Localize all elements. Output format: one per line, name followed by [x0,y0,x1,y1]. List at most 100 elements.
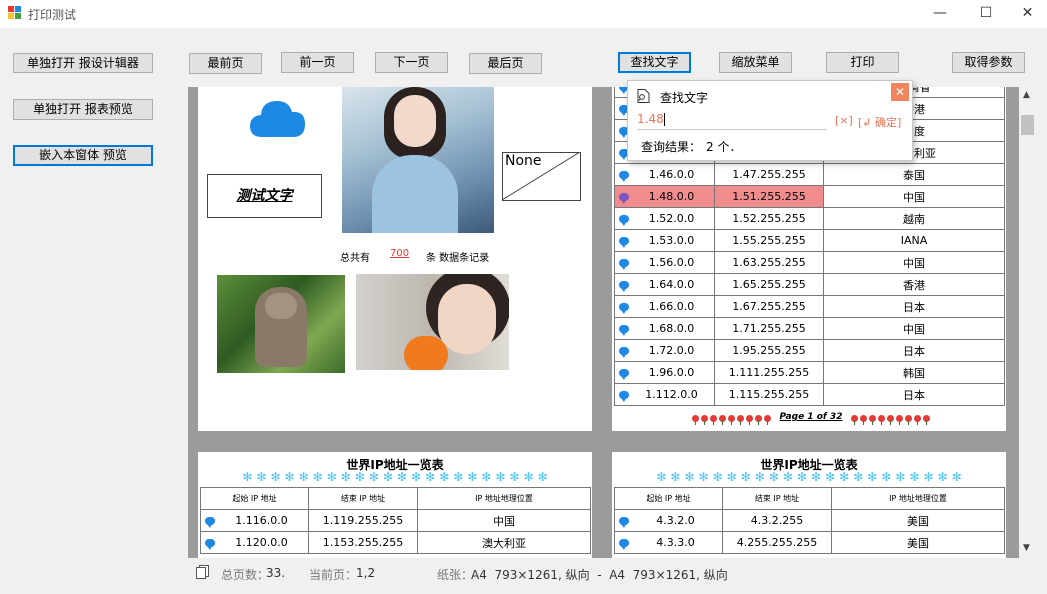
find-search-input[interactable]: 1.48 [637,112,827,130]
start-ip-cell: 1.120.0.0 [200,531,309,554]
flower-icon [728,415,736,425]
snowflake-icon: ✻ [495,470,506,484]
location: 韩国 [823,361,1005,384]
start-ip-cell: 1.52.0.0 [614,207,715,230]
end-ip: 1.115.255.255 [714,383,824,406]
pages-icon [196,565,209,579]
snowflake-icon: ✻ [312,470,323,484]
start-ip: 1.46.0.0 [648,168,695,181]
location: 日本 [823,383,1005,406]
end-ip: 1.52.255.255 [714,207,824,230]
location: 日本 [823,295,1005,318]
snowflake-icon: ✻ [867,470,878,484]
start-ip: 4.3.3.0 [656,536,695,549]
report-page-1: 测试文字 None 总共有 700 条 数据条记录 [198,87,592,431]
maximize-button[interactable]: ☐ [963,0,1009,28]
snowflake-icon: ✻ [923,470,934,484]
table-row: 1.66.0.0 1.67.255.255 日本 [614,295,1005,318]
scroll-down-icon[interactable]: ▼ [1023,543,1030,553]
end-ip: 1.71.255.255 [714,317,824,340]
flower-icon [764,415,772,425]
paper-value: A4 793×1261, 纵向 - A4 793×1261, 纵向 [471,568,728,582]
scroll-thumb[interactable] [1021,115,1034,135]
last-page-button[interactable]: 最后页 [469,53,542,74]
embed-preview-button[interactable]: 嵌入本窗体 预览 [13,145,153,166]
start-ip: 1.72.0.0 [648,344,695,357]
scroll-up-icon[interactable]: ▲ [1023,90,1030,100]
minimize-button[interactable]: — [917,0,963,28]
snowflake-icon: ✻ [811,470,822,484]
open-preview-button[interactable]: 单独打开 报表预览 [13,99,153,120]
location: 日本 [823,339,1005,362]
start-ip: 1.56.0.0 [648,256,695,269]
start-ip: 1.68.0.0 [648,322,695,335]
start-ip: 1.116.0.0 [235,514,288,527]
table-header: 起始 IP 地址 结束 IP 地址 IP 地址地理位置 [200,487,591,510]
window-title: 打印测试 [28,8,77,22]
table-header: 起始 IP 地址 结束 IP 地址 IP 地址地理位置 [614,487,1005,510]
location: IANA [823,229,1005,252]
snowflake-border: ✻ ✻ ✻ ✻ ✻ ✻ ✻ ✻ ✻ ✻ ✻ ✻ ✻ ✻ ✻ ✻ ✻ ✻ ✻ ✻ ✻ ✻ [618,470,1000,484]
vertical-scrollbar[interactable]: ▲ ▼ [1019,87,1036,558]
snowflake-icon: ✻ [796,470,807,484]
find-doc-icon [637,89,650,103]
location: 中国 [823,251,1005,274]
close-button[interactable]: ✕ [1008,0,1047,28]
ip-table-page3: 起始 IP 地址 结束 IP 地址 IP 地址地理位置 1.116.0.0 1.119.… [200,487,591,554]
snowflake-icon: ✻ [354,470,365,484]
start-ip-cell: 1.68.0.0 [614,317,715,340]
start-ip: 1.112.0.0 [645,388,698,401]
total-prefix: 总共有 [340,253,370,264]
snowflake-icon: ✻ [726,470,737,484]
print-button[interactable]: 打印 [826,52,899,73]
header-start: 起始 IP 地址 [614,487,723,510]
flower-icon [904,415,912,425]
total-pages-label: 总页数： [221,568,270,582]
snowflake-icon: ✻ [397,470,408,484]
snowflake-icon: ✻ [670,470,681,484]
find-result-value: 2 个． [706,140,742,154]
first-page-button[interactable]: 最前页 [189,53,262,74]
find-text-popup: 查找文字 ✕ 1.48 [×] [↲ 确定] 查询结果： 2 个． [627,80,913,161]
start-ip: 1.64.0.0 [648,278,695,291]
snowflake-icon: ✻ [895,470,906,484]
snowflake-icon: ✻ [523,470,534,484]
prev-page-button[interactable]: 前一页 [281,52,354,73]
end-ip: 1.65.255.255 [714,273,824,296]
snowflake-icon: ✻ [298,470,309,484]
start-ip-cell: 1.66.0.0 [614,295,715,318]
flower-icon [913,415,921,425]
start-ip-cell: 1.64.0.0 [614,273,715,296]
location: 中国 [823,317,1005,340]
find-ok-button[interactable]: [↲ 确定] [858,114,901,130]
find-clear-button[interactable]: [×] [835,114,853,127]
snowflake-icon: ✻ [411,470,422,484]
end-ip: 1.67.255.255 [714,295,824,318]
flower-icon [710,415,718,425]
open-designer-button[interactable]: 单独打开 报设计辑器 [13,53,153,73]
zoom-menu-button[interactable]: 缩放菜单 [719,52,792,73]
start-ip: 1.66.0.0 [648,300,695,313]
end-ip: 4.3.2.255 [722,509,832,532]
flower-icon [746,415,754,425]
find-text-button[interactable]: 查找文字 [618,52,691,73]
snowflake-icon: ✻ [340,470,351,484]
next-page-button[interactable]: 下一页 [375,52,448,73]
end-ip: 1.55.255.255 [714,229,824,252]
find-popup-title: 查找文字 [660,91,709,105]
report-page-4: 世界IP地址一览表 ✻ ✻ ✻ ✻ ✻ ✻ ✻ ✻ ✻ ✻ ✻ ✻ ✻ ✻ ✻ ✻ ✻ ✻ ✻ ✻ ✻ ✻ 起始 IP 地… [612,452,1006,558]
start-ip: 1.48.0.0 [648,190,695,203]
end-ip: 1.119.255.255 [308,509,418,532]
table-row: 1.120.0.0 1.153.255.255 澳大利亚 [200,531,591,554]
snowflake-icon: ✻ [698,470,709,484]
get-params-button[interactable]: 取得参数 [952,52,1025,73]
table-row: 1.96.0.0 1.111.255.255 韩国 [614,361,1005,384]
start-ip-cell: 1.116.0.0 [200,509,309,532]
find-close-icon[interactable]: ✕ [891,83,909,101]
start-ip: 4.3.2.0 [656,514,695,527]
start-ip-cell: 1.53.0.0 [614,229,715,252]
snowflake-icon: ✻ [509,470,520,484]
find-result-label: 查询结果： [641,140,702,154]
table-row: 1.56.0.0 1.63.255.255 中国 [614,251,1005,274]
table-row: 4.3.3.0 4.255.255.255 美国 [614,531,1005,554]
